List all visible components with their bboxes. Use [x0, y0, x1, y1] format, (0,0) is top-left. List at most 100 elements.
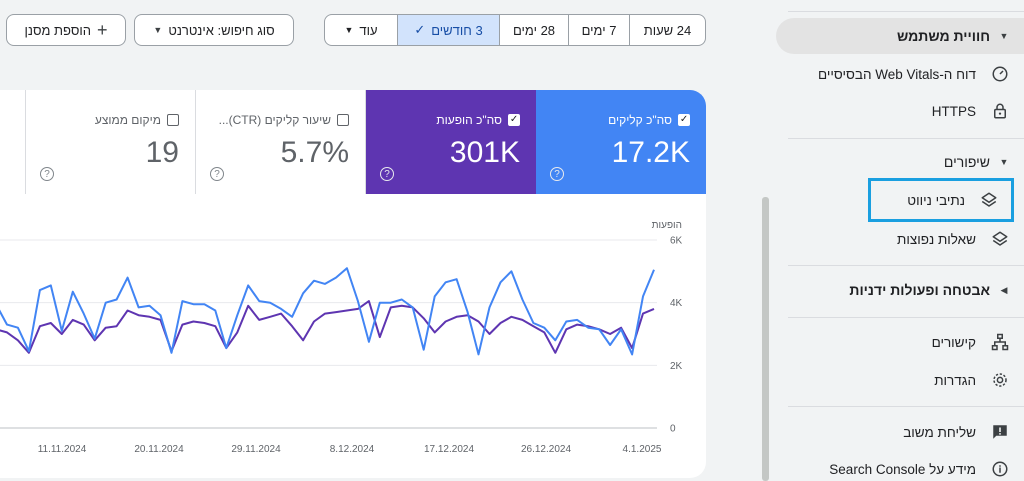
- metric-position-header: מיקום ממוצע: [95, 113, 179, 127]
- range-more-label: עוד: [359, 22, 378, 38]
- sidebar-item-about[interactable]: מידע על Search Console: [776, 454, 1024, 481]
- metric-tiles: מיקום ממוצע 19 ? שיעור קליקים (CTR)... 5…: [0, 90, 706, 194]
- sidebar-section-user-experience[interactable]: ▼ חוויית משתמש: [776, 18, 1024, 54]
- scrollbar[interactable]: [762, 197, 769, 481]
- range-7-days-button[interactable]: 7 ימים: [568, 15, 629, 45]
- divider: [788, 138, 1024, 139]
- metric-impressions-checkbox[interactable]: ✓: [508, 114, 520, 126]
- sidebar-item-label: נתיבי ניווט: [907, 192, 965, 208]
- sidebar-item-breadcrumbs[interactable]: נתיבי ניווט: [868, 178, 1014, 222]
- metric-clicks-value: 17.2K: [611, 136, 690, 169]
- divider: [788, 11, 1024, 12]
- feedback-icon: [990, 422, 1010, 442]
- range-7-days-label: 7 ימים: [581, 22, 617, 38]
- metric-clicks-checkbox[interactable]: ✓: [678, 114, 690, 126]
- range-3-months-button[interactable]: 3 חודשים ✓: [397, 15, 499, 45]
- sidebar-section-enhancements[interactable]: ▼ שיפורים: [776, 144, 1024, 180]
- range-24-hours-label: 24 שעות: [643, 22, 692, 38]
- y-axis-label: הופעות: [652, 220, 682, 231]
- sidebar-section-label: שיפורים: [943, 154, 990, 170]
- x-tick-label: 26.12.2024: [521, 444, 571, 455]
- metric-impressions-label: סה"כ הופעות: [436, 113, 502, 127]
- sidebar-item-label: HTTPS: [931, 103, 976, 119]
- help-icon[interactable]: ?: [550, 167, 564, 181]
- x-tick-label: 20.11.2024: [134, 444, 184, 455]
- metric-average-position[interactable]: מיקום ממוצע 19 ?: [26, 90, 196, 194]
- metric-ctr-label: שיעור קליקים (CTR)...: [218, 113, 331, 127]
- series-line: [0, 267, 655, 356]
- metric-total-clicks[interactable]: ✓ סה"כ קליקים 17.2K ?: [536, 90, 706, 194]
- metric-clicks-header: ✓ סה"כ קליקים: [608, 113, 690, 127]
- sidebar-item-links[interactable]: קישורים: [776, 327, 1024, 357]
- metric-position-value: 19: [145, 136, 179, 169]
- sidebar-item-label: מידע על Search Console: [829, 461, 976, 477]
- divider: [788, 317, 1024, 318]
- sitemap-icon: [990, 332, 1010, 352]
- sidebar-item-faq[interactable]: שאלות נפוצות: [776, 224, 1024, 254]
- help-icon[interactable]: ?: [210, 167, 224, 181]
- gear-icon: [990, 370, 1010, 390]
- toolbar: + הוספת מסנן סוג חיפוש: אינטרנט ▼ עוד ▼ …: [0, 14, 760, 48]
- search-type-dropdown[interactable]: סוג חיפוש: אינטרנט ▼: [134, 14, 294, 46]
- metric-position-label: מיקום ממוצע: [94, 113, 161, 127]
- info-icon: [990, 459, 1010, 479]
- sidebar-item-web-vitals[interactable]: דוח ה-Web Vitals הבסיסיים: [776, 59, 1024, 89]
- range-24-hours-button[interactable]: 24 שעות: [629, 15, 705, 45]
- divider: [788, 265, 1024, 266]
- performance-chart[interactable]: הופעות 6K 4K 2K 0 11.11.2024 20.11.2024 29.11.2…: [0, 194, 706, 478]
- sidebar-section-label: חוויית משתמש: [896, 28, 990, 44]
- date-range-selector: עוד ▼ 3 חודשים ✓ 28 ימים 7 ימים 24 שעות: [324, 14, 706, 46]
- performance-card: מיקום ממוצע 19 ? שיעור קליקים (CTR)... 5…: [0, 90, 706, 478]
- divider: [788, 406, 1024, 407]
- caret-left-icon: ◀: [1000, 284, 1008, 295]
- caret-down-icon: ▼: [153, 25, 163, 35]
- gauge-icon: [990, 64, 1010, 84]
- caret-down-icon: ▼: [999, 31, 1009, 41]
- layers-icon: [979, 190, 999, 210]
- x-tick-label: 4.1.2025: [623, 444, 662, 455]
- sidebar-item-https[interactable]: HTTPS: [776, 96, 1024, 126]
- add-filter-button[interactable]: + הוספת מסנן: [6, 14, 126, 46]
- sidebar-item-label: קישורים: [931, 334, 976, 350]
- x-tick-label: 11.11.2024: [38, 444, 87, 455]
- layers-icon: [990, 229, 1010, 249]
- y-tick-label: 2K: [670, 361, 683, 372]
- add-filter-label: הוספת מסנן: [24, 22, 91, 38]
- sidebar-nav: ▼ חוויית משתמש דוח ה-Web Vitals הבסיסיים…: [776, 0, 1024, 481]
- help-icon[interactable]: ?: [40, 167, 54, 181]
- metric-tile-partial: [0, 90, 26, 194]
- caret-down-icon: ▼: [344, 25, 354, 35]
- caret-down-icon: ▼: [999, 157, 1009, 167]
- y-tick-label: 0: [670, 424, 676, 435]
- metric-ctr-header: שיעור קליקים (CTR)...: [219, 113, 349, 127]
- x-tick-label: 8.12.2024: [330, 444, 375, 455]
- y-tick-label: 6K: [670, 236, 683, 247]
- sidebar-item-label: הגדרות: [934, 372, 976, 388]
- range-3-months-label: 3 חודשים: [431, 22, 483, 38]
- metric-clicks-label: סה"כ קליקים: [608, 113, 672, 127]
- range-28-days-label: 28 ימים: [512, 22, 556, 38]
- metric-ctr-value: 5.7%: [280, 136, 349, 169]
- lock-icon: [990, 101, 1010, 121]
- sidebar-item-settings[interactable]: הגדרות: [776, 365, 1024, 395]
- range-more-button[interactable]: עוד ▼: [325, 15, 397, 45]
- range-28-days-button[interactable]: 28 ימים: [499, 15, 568, 45]
- sidebar-item-label: דוח ה-Web Vitals הבסיסיים: [818, 66, 976, 82]
- metric-position-checkbox[interactable]: [167, 114, 179, 126]
- sidebar-section-label: אבטחה ופעולות ידניות: [849, 282, 990, 298]
- y-tick-label: 4K: [670, 298, 683, 309]
- sidebar-section-security[interactable]: ◀ אבטחה ופעולות ידניות: [776, 272, 1024, 308]
- metric-total-impressions[interactable]: ✓ סה"כ הופעות 301K ?: [366, 90, 536, 194]
- search-type-label: סוג חיפוש: אינטרנט: [168, 22, 275, 38]
- check-icon: ✓: [414, 22, 426, 37]
- sidebar-item-feedback[interactable]: שליחת משוב: [776, 417, 1024, 447]
- plus-icon: +: [96, 20, 108, 40]
- metric-impressions-value: 301K: [449, 136, 520, 169]
- x-tick-label: 17.12.2024: [424, 444, 474, 455]
- metric-ctr[interactable]: שיעור קליקים (CTR)... 5.7% ?: [196, 90, 366, 194]
- sidebar-item-label: שאלות נפוצות: [897, 231, 976, 247]
- metric-ctr-checkbox[interactable]: [337, 114, 349, 126]
- help-icon[interactable]: ?: [380, 167, 394, 181]
- metric-impressions-header: ✓ סה"כ הופעות: [436, 113, 520, 127]
- sidebar-item-label: שליחת משוב: [903, 424, 976, 440]
